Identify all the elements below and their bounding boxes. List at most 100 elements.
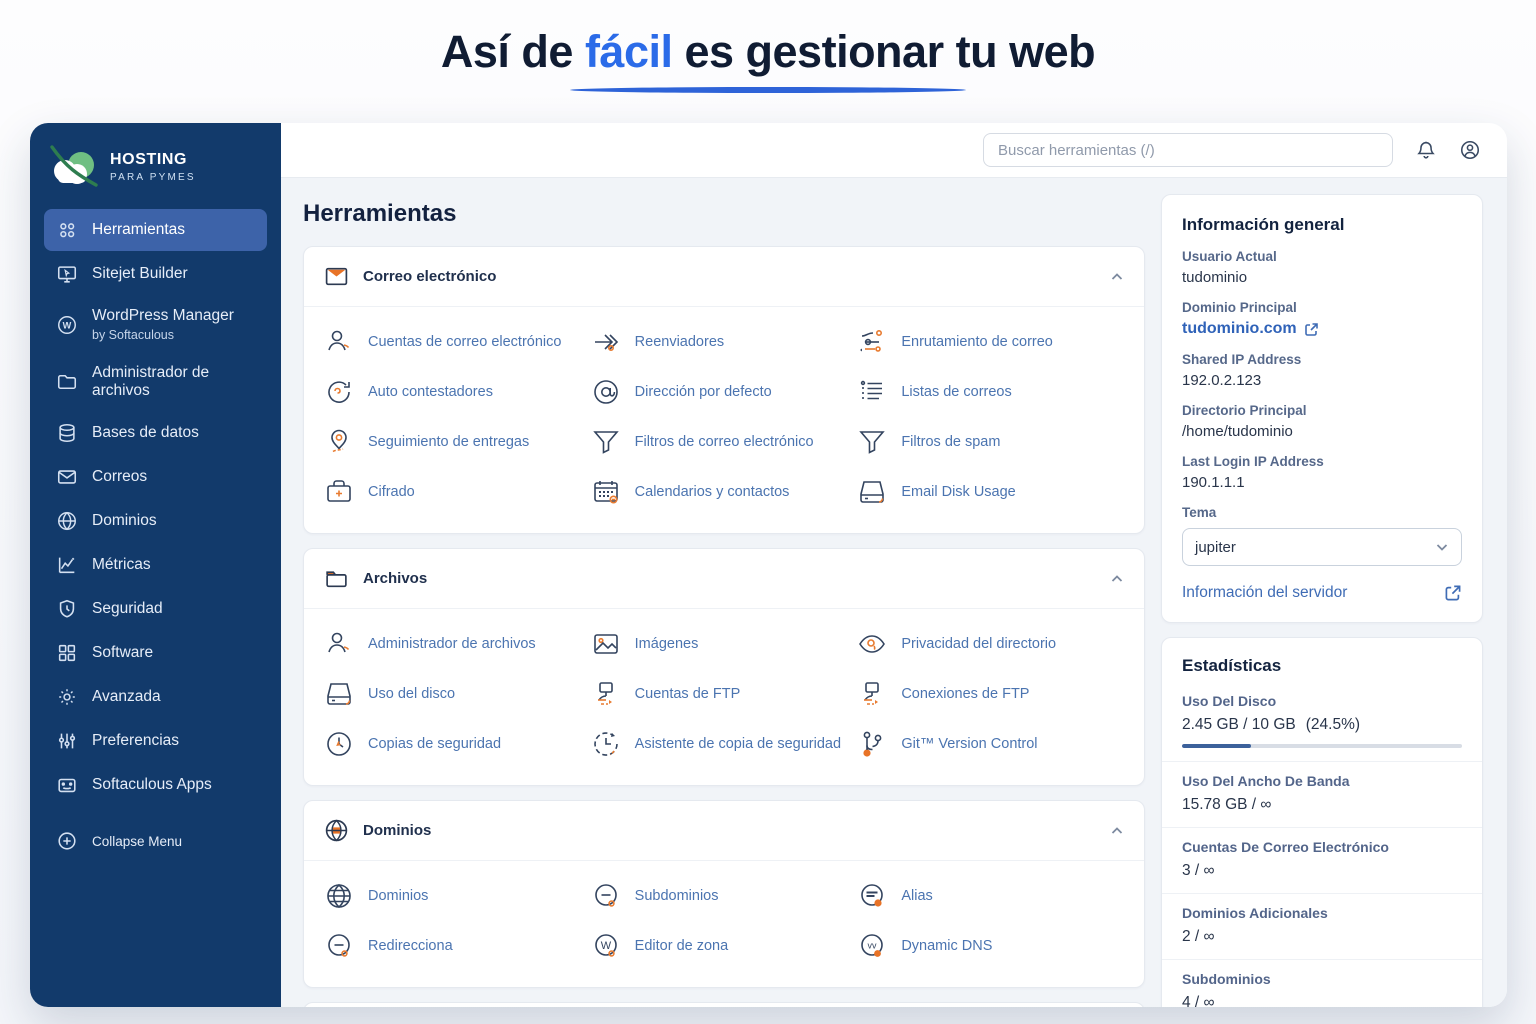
sidebar-item-softaculous-apps[interactable]: Softaculous Apps (44, 764, 267, 806)
shield-icon (56, 598, 78, 620)
squares-icon (56, 642, 78, 664)
sidebar-item-administrador-de-archivos[interactable]: Administrador de archivos (44, 354, 267, 410)
tool-auto-contestadores[interactable]: Auto contestadores (324, 367, 591, 417)
theme-select[interactable]: jupiter (1182, 528, 1462, 566)
sidebar-item-avanzada[interactable]: Avanzada (44, 676, 267, 718)
tool-editor-de-zona[interactable]: W Editor de zona (591, 921, 858, 971)
tool-cuentas-de-ftp[interactable]: Cuentas de FTP (591, 669, 858, 719)
stat-disk-usage: Uso Del Disco 2.45 GB / 10 GB (24.5%) (1162, 682, 1482, 761)
section-header-archivos[interactable]: Archivos (304, 549, 1144, 609)
tool-dominios[interactable]: Dominios (324, 871, 591, 921)
apps-icon (56, 774, 78, 796)
tool-asistente-de-copia[interactable]: Asistente de copia de seguridad (591, 719, 858, 769)
sidebar-item-herramientas[interactable]: Herramientas (44, 209, 267, 251)
tool-conexiones-de-ftp[interactable]: Conexiones de FTP (857, 669, 1124, 719)
brand-name: HOSTING (110, 151, 188, 168)
chevron-up-icon[interactable] (1110, 824, 1124, 838)
disk-icon (857, 477, 887, 507)
sidebar: HOSTING PARA PYMES Herramientas Sitejet … (30, 123, 281, 1007)
field-label: Shared IP Address (1182, 352, 1302, 367)
folder-section-icon (324, 566, 349, 591)
sidebar-item-seguridad[interactable]: Seguridad (44, 588, 267, 630)
globe-wire-icon (324, 881, 354, 911)
collapse-menu-icon (56, 830, 78, 852)
chevron-up-icon[interactable] (1110, 270, 1124, 284)
tool-listas-de-correos[interactable]: Listas de correos (857, 367, 1124, 417)
primary-domain-link[interactable]: tudominio.com (1182, 320, 1462, 338)
circle-dash-icon (324, 931, 354, 961)
sidebar-item-preferencias[interactable]: Preferencias (44, 720, 267, 762)
section-archivos: Archivos Administrador de archivos Imáge… (303, 548, 1145, 786)
stat-addon-domains: Dominios Adicionales 2 / ∞ (1162, 893, 1482, 959)
at-sign-icon (591, 377, 621, 407)
tool-filtros-de-spam[interactable]: Filtros de spam (857, 417, 1124, 467)
person-icon (324, 327, 354, 357)
disk-icon (324, 679, 354, 709)
last-login-ip-value: 190.1.1.1 (1182, 474, 1245, 491)
autoresponder-icon (324, 377, 354, 407)
tool-filtros-de-correo[interactable]: Filtros de correo electrónico (591, 417, 858, 467)
tool-git-version-control[interactable]: Git™ Version Control (857, 719, 1124, 769)
tool-dynamic-dns[interactable]: vv Dynamic DNS (857, 921, 1124, 971)
circle-dash-icon (591, 881, 621, 911)
sidebar-item-correos[interactable]: Correos (44, 456, 267, 498)
tool-cuentas-de-correo[interactable]: Cuentas de correo electrónico (324, 317, 591, 367)
field-label: Last Login IP Address (1182, 454, 1324, 469)
tool-privacidad-del-directorio[interactable]: Privacidad del directorio (857, 619, 1124, 669)
sidebar-item-sitejet-builder[interactable]: Sitejet Builder (44, 253, 267, 295)
ftp-nodes-icon (857, 679, 887, 709)
section-header-bases-de-datos[interactable]: Bases de datos (304, 1003, 1144, 1007)
tool-alias[interactable]: Alias (857, 871, 1124, 921)
bell-icon[interactable] (1415, 139, 1437, 161)
tool-imagenes[interactable]: Imágenes (591, 619, 858, 669)
disk-usage-progressbar (1182, 744, 1462, 748)
mail-section-icon (324, 264, 349, 289)
tool-seguimiento-de-entregas[interactable]: Seguimiento de entregas (324, 417, 591, 467)
search-input[interactable] (983, 133, 1393, 167)
tool-reenviadores[interactable]: Reenviadores (591, 317, 858, 367)
wordpress-icon: W (56, 314, 78, 336)
gear-icon (56, 686, 78, 708)
cloud-logo-icon (48, 145, 100, 189)
sidebar-item-software[interactable]: Software (44, 632, 267, 674)
route-sliders-icon (857, 327, 887, 357)
tool-administrador-de-archivos[interactable]: Administrador de archivos (324, 619, 591, 669)
collapse-menu-button[interactable]: Collapse Menu (44, 820, 267, 862)
globe-icon (56, 510, 78, 532)
user-icon[interactable] (1459, 139, 1481, 161)
circle-alias-icon (857, 881, 887, 911)
tool-email-disk-usage[interactable]: Email Disk Usage (857, 467, 1124, 517)
circle-vv-icon: vv (857, 931, 887, 961)
shared-ip-value: 192.0.2.123 (1182, 372, 1262, 389)
tool-redirecciona[interactable]: Redirecciona (324, 921, 591, 971)
stat-subdomains: Subdominios 4 / ∞ (1162, 959, 1482, 1007)
svg-text:vv: vv (868, 941, 878, 951)
sidebar-item-bases-de-datos[interactable]: Bases de datos (44, 412, 267, 454)
tool-enrutamiento-de-correo[interactable]: Enrutamiento de correo (857, 317, 1124, 367)
tools-grid-icon (56, 219, 78, 241)
server-info-link[interactable]: Información del servidor (1182, 584, 1462, 602)
section-correo-electronico: Correo electrónico Cuentas de correo ele… (303, 246, 1145, 534)
eye-icon (857, 629, 887, 659)
tool-subdominios[interactable]: Subdominios (591, 871, 858, 921)
sidebar-item-metricas[interactable]: Métricas (44, 544, 267, 586)
section-header-dominios[interactable]: Dominios (304, 801, 1144, 861)
section-header-correo[interactable]: Correo electrónico (304, 247, 1144, 307)
pin-icon (324, 427, 354, 457)
sidebar-item-wordpress-manager[interactable]: W WordPress Manager by Softaculous (44, 297, 267, 352)
tool-cifrado[interactable]: Cifrado (324, 467, 591, 517)
brand-logo: HOSTING PARA PYMES (30, 137, 281, 205)
funnel-icon (591, 427, 621, 457)
folder-icon (56, 371, 78, 393)
statistics-panel: Estadísticas Uso Del Disco 2.45 GB / 10 … (1161, 637, 1483, 1007)
theme-label: Tema (1182, 505, 1217, 520)
image-icon (591, 629, 621, 659)
section-dominios: Dominios Dominios Subdominios Alias Redi… (303, 800, 1145, 988)
tool-uso-del-disco[interactable]: Uso del disco (324, 669, 591, 719)
sidebar-item-dominios[interactable]: Dominios (44, 500, 267, 542)
chevron-up-icon[interactable] (1110, 572, 1124, 586)
tool-calendarios-y-contactos[interactable]: Calendarios y contactos (591, 467, 858, 517)
forward-arrows-icon (591, 327, 621, 357)
tool-direccion-por-defecto[interactable]: Dirección por defecto (591, 367, 858, 417)
tool-copias-de-seguridad[interactable]: Copias de seguridad (324, 719, 591, 769)
